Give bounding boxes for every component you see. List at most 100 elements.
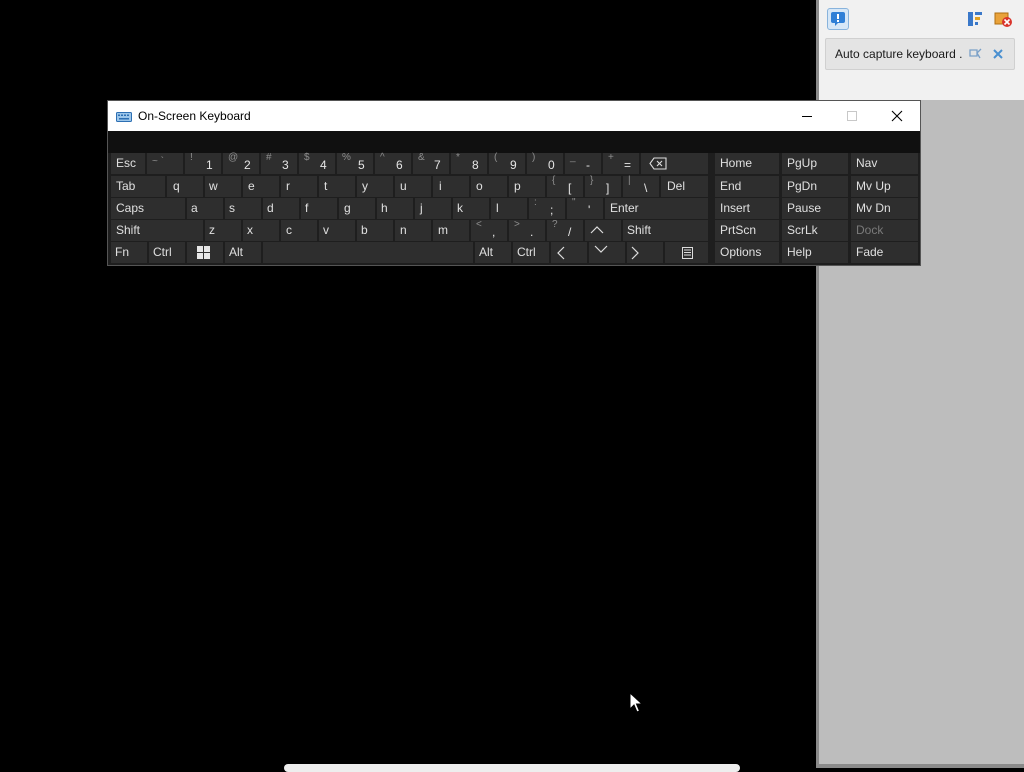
key-o[interactable]: o bbox=[471, 176, 507, 197]
key-backslash[interactable]: | \ bbox=[623, 175, 659, 197]
key-shift-right[interactable]: Shift bbox=[623, 220, 708, 241]
key-main-label: 7 bbox=[434, 158, 441, 172]
key-ctrl-right[interactable]: Ctrl bbox=[513, 242, 549, 263]
key-label: j bbox=[420, 201, 423, 215]
key-t[interactable]: t bbox=[319, 176, 355, 197]
key-comma[interactable]: <, bbox=[471, 219, 507, 241]
key-menu[interactable] bbox=[665, 242, 708, 263]
key-i[interactable]: i bbox=[433, 176, 469, 197]
close-button[interactable] bbox=[874, 101, 920, 131]
key-prtscn[interactable]: PrtScn bbox=[715, 220, 779, 241]
key-arrow-left[interactable] bbox=[551, 242, 587, 263]
key-space[interactable] bbox=[263, 242, 473, 263]
key-label: Shift bbox=[627, 223, 652, 237]
key-lbracket[interactable]: {[ bbox=[547, 175, 583, 197]
key-quote[interactable]: " ' bbox=[567, 197, 603, 219]
remove-icon[interactable] bbox=[991, 47, 1005, 61]
key-z[interactable]: z bbox=[205, 220, 241, 241]
key-end[interactable]: End bbox=[715, 176, 779, 197]
key-main-label: 9 bbox=[510, 158, 517, 172]
alert-icon[interactable] bbox=[827, 8, 849, 30]
key-mvup[interactable]: Mv Up bbox=[851, 176, 918, 197]
minimize-button[interactable] bbox=[784, 101, 830, 131]
capture-item[interactable]: Auto capture keyboard ... bbox=[825, 38, 1015, 70]
key-w[interactable]: w bbox=[205, 176, 241, 197]
key-pgup[interactable]: PgUp bbox=[782, 153, 848, 174]
key-2[interactable]: @2 bbox=[223, 152, 259, 174]
key-arrow-down[interactable] bbox=[589, 242, 625, 263]
pin-icon[interactable] bbox=[968, 47, 982, 61]
key-h[interactable]: h bbox=[377, 198, 413, 219]
key-0[interactable]: ) 0 bbox=[527, 152, 563, 174]
key-nav[interactable]: Nav bbox=[851, 153, 918, 174]
key-1[interactable]: ! 1 bbox=[185, 152, 221, 174]
key-e[interactable]: e bbox=[243, 176, 279, 197]
key-fn[interactable]: Fn bbox=[111, 242, 147, 263]
key-arrow-right[interactable] bbox=[627, 242, 663, 263]
key-alt-right[interactable]: Alt bbox=[475, 242, 511, 263]
key-semicolon[interactable]: :; bbox=[529, 197, 565, 219]
key-label: Tab bbox=[116, 179, 136, 193]
key-5[interactable]: % 5 bbox=[337, 152, 373, 174]
key-v[interactable]: v bbox=[319, 220, 355, 241]
key-help[interactable]: Help bbox=[782, 242, 848, 263]
key-c[interactable]: c bbox=[281, 220, 317, 241]
key-alt-left[interactable]: Alt bbox=[225, 242, 261, 263]
key-k[interactable]: k bbox=[453, 198, 489, 219]
key-9[interactable]: (9 bbox=[489, 152, 525, 174]
key-label: o bbox=[476, 179, 483, 193]
key-mvdn[interactable]: Mv Dn bbox=[851, 198, 918, 219]
key-pause[interactable]: Pause bbox=[782, 198, 848, 219]
key-r[interactable]: r bbox=[281, 176, 317, 197]
title-bar[interactable]: On-Screen Keyboard bbox=[108, 101, 920, 131]
key-4[interactable]: $4 bbox=[299, 152, 335, 174]
key-shift-label: & bbox=[418, 152, 425, 163]
key-period[interactable]: >. bbox=[509, 219, 545, 241]
key-6[interactable]: ^ 6 bbox=[375, 152, 411, 174]
close-all-icon[interactable] bbox=[992, 8, 1014, 30]
key-m[interactable]: m bbox=[433, 220, 469, 241]
key-n[interactable]: n bbox=[395, 220, 431, 241]
key-g[interactable]: g bbox=[339, 198, 375, 219]
key-esc[interactable]: Esc bbox=[111, 153, 145, 174]
key-x[interactable]: x bbox=[243, 220, 279, 241]
sort-icon[interactable] bbox=[964, 8, 986, 30]
key-tab[interactable]: Tab bbox=[111, 176, 165, 197]
key-ctrl-left[interactable]: Ctrl bbox=[149, 242, 185, 263]
key-insert[interactable]: Insert bbox=[715, 198, 779, 219]
key-p[interactable]: p bbox=[509, 176, 545, 197]
key-scrlk[interactable]: ScrLk bbox=[782, 220, 848, 241]
key-pgdn[interactable]: PgDn bbox=[782, 176, 848, 197]
key-backtick[interactable]: ~ ` bbox=[147, 153, 183, 174]
key-3[interactable]: #3 bbox=[261, 152, 297, 174]
key-options[interactable]: Options bbox=[715, 242, 779, 263]
key-label: l bbox=[496, 201, 499, 215]
key-windows[interactable] bbox=[187, 242, 223, 263]
key-shift-left[interactable]: Shift bbox=[111, 220, 203, 241]
key-minus[interactable]: _ - bbox=[565, 152, 601, 174]
key-b[interactable]: b bbox=[357, 220, 393, 241]
key-7[interactable]: & 7 bbox=[413, 152, 449, 174]
key-enter[interactable]: Enter bbox=[605, 198, 708, 219]
key-d[interactable]: d bbox=[263, 198, 299, 219]
key-del[interactable]: Del bbox=[661, 176, 708, 197]
key-s[interactable]: s bbox=[225, 198, 261, 219]
key-rbracket[interactable]: }] bbox=[585, 175, 621, 197]
key-arrow-up[interactable] bbox=[585, 220, 621, 241]
key-l[interactable]: l bbox=[491, 198, 527, 219]
key-equals[interactable]: + = bbox=[603, 152, 639, 174]
key-caps[interactable]: Caps bbox=[111, 198, 185, 219]
key-8[interactable]: * 8 bbox=[451, 152, 487, 174]
key-home[interactable]: Home bbox=[715, 153, 779, 174]
key-j[interactable]: j bbox=[415, 198, 451, 219]
key-y[interactable]: y bbox=[357, 176, 393, 197]
key-f[interactable]: f bbox=[301, 198, 337, 219]
key-q[interactable]: q bbox=[167, 176, 203, 197]
key-slash[interactable]: ? / bbox=[547, 219, 583, 241]
key-a[interactable]: a bbox=[187, 198, 223, 219]
key-fade[interactable]: Fade bbox=[851, 242, 918, 263]
key-shift-label: } bbox=[590, 175, 594, 186]
key-u[interactable]: u bbox=[395, 176, 431, 197]
key-backspace[interactable] bbox=[641, 153, 708, 174]
key-label: Caps bbox=[116, 201, 145, 215]
